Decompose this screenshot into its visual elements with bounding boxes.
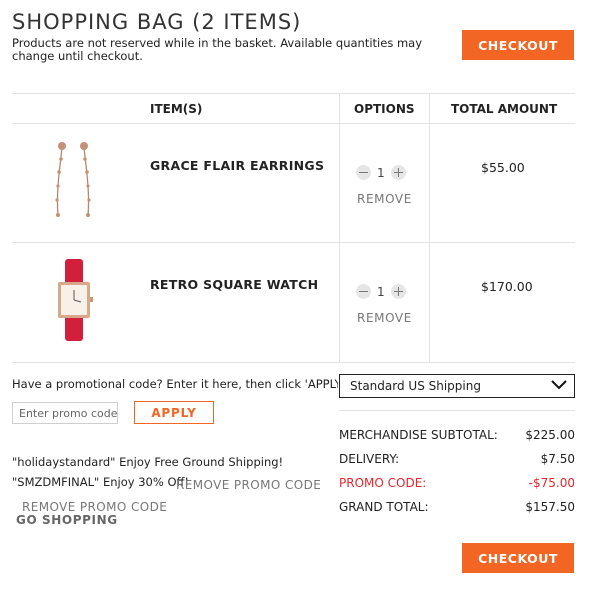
shipping-method-select[interactable]: Standard US Shipping <box>339 374 575 398</box>
column-header-items: ITEM(S) <box>150 102 203 116</box>
item-name[interactable]: RETRO SQUARE WATCH <box>150 277 318 292</box>
remove-item-link[interactable]: REMOVE <box>357 192 412 206</box>
row-divider <box>12 362 575 363</box>
minus-icon[interactable] <box>356 284 371 299</box>
apply-button[interactable]: APPLY <box>134 401 214 424</box>
chevron-down-icon <box>550 378 568 395</box>
summary-label: GRAND TOTAL: <box>339 500 429 514</box>
basket-notice: Products are not reserved while in the b… <box>12 36 423 63</box>
plus-icon[interactable] <box>390 284 406 299</box>
column-divider <box>339 93 340 363</box>
remove-item-link[interactable]: REMOVE <box>357 311 412 325</box>
subtotal-value: $225.00 <box>525 428 575 442</box>
applied-promo: "SMZDMFINAL" Enjoy 30% Off! <box>12 475 190 489</box>
promo-prompt: Have a promotional code? Enter it here, … <box>12 377 338 391</box>
delivery-value: $7.50 <box>540 452 575 466</box>
quantity-stepper: 1 <box>356 165 406 180</box>
column-divider <box>429 93 430 363</box>
item-total: $55.00 <box>481 160 525 175</box>
plus-icon[interactable] <box>390 165 406 180</box>
shipping-method-value: Standard US Shipping <box>350 379 481 393</box>
remove-promo-code-link[interactable]: REMOVE PROMO CODE <box>176 478 321 492</box>
checkout-button-bottom[interactable]: CHECKOUT <box>462 543 574 573</box>
column-header-options: OPTIONS <box>354 102 415 116</box>
summary-label: DELIVERY: <box>339 452 400 466</box>
item-total: $170.00 <box>481 279 533 294</box>
table-top-divider <box>12 93 575 94</box>
go-shopping-link[interactable]: GO SHOPPING <box>16 513 118 527</box>
grand-total-value: $157.50 <box>525 500 575 514</box>
quantity-stepper: 1 <box>356 284 406 299</box>
remove-promo-code-link[interactable]: REMOVE PROMO CODE <box>22 500 167 514</box>
summary-divider <box>339 410 575 411</box>
row-divider <box>12 242 575 243</box>
table-header-divider <box>12 123 575 124</box>
watch-image[interactable] <box>46 257 102 343</box>
promo-discount-value: -$75.00 <box>528 476 575 490</box>
column-header-total: TOTAL AMOUNT <box>451 102 558 116</box>
earrings-image[interactable] <box>44 139 104 225</box>
applied-promo: "holidaystandard" Enjoy Free Ground Ship… <box>12 455 284 469</box>
page-title: SHOPPING BAG (2 ITEMS) <box>12 10 302 34</box>
item-name[interactable]: GRACE FLAIR EARRINGS <box>150 158 324 173</box>
promo-code-input[interactable]: Enter promo code <box>12 402 118 424</box>
summary-label: MERCHANDISE SUBTOTAL: <box>339 428 498 442</box>
summary-label: PROMO CODE: <box>339 476 427 490</box>
quantity-value: 1 <box>377 165 385 180</box>
checkout-button-top[interactable]: CHECKOUT <box>462 30 574 60</box>
minus-icon[interactable] <box>356 165 371 180</box>
quantity-value: 1 <box>377 284 385 299</box>
